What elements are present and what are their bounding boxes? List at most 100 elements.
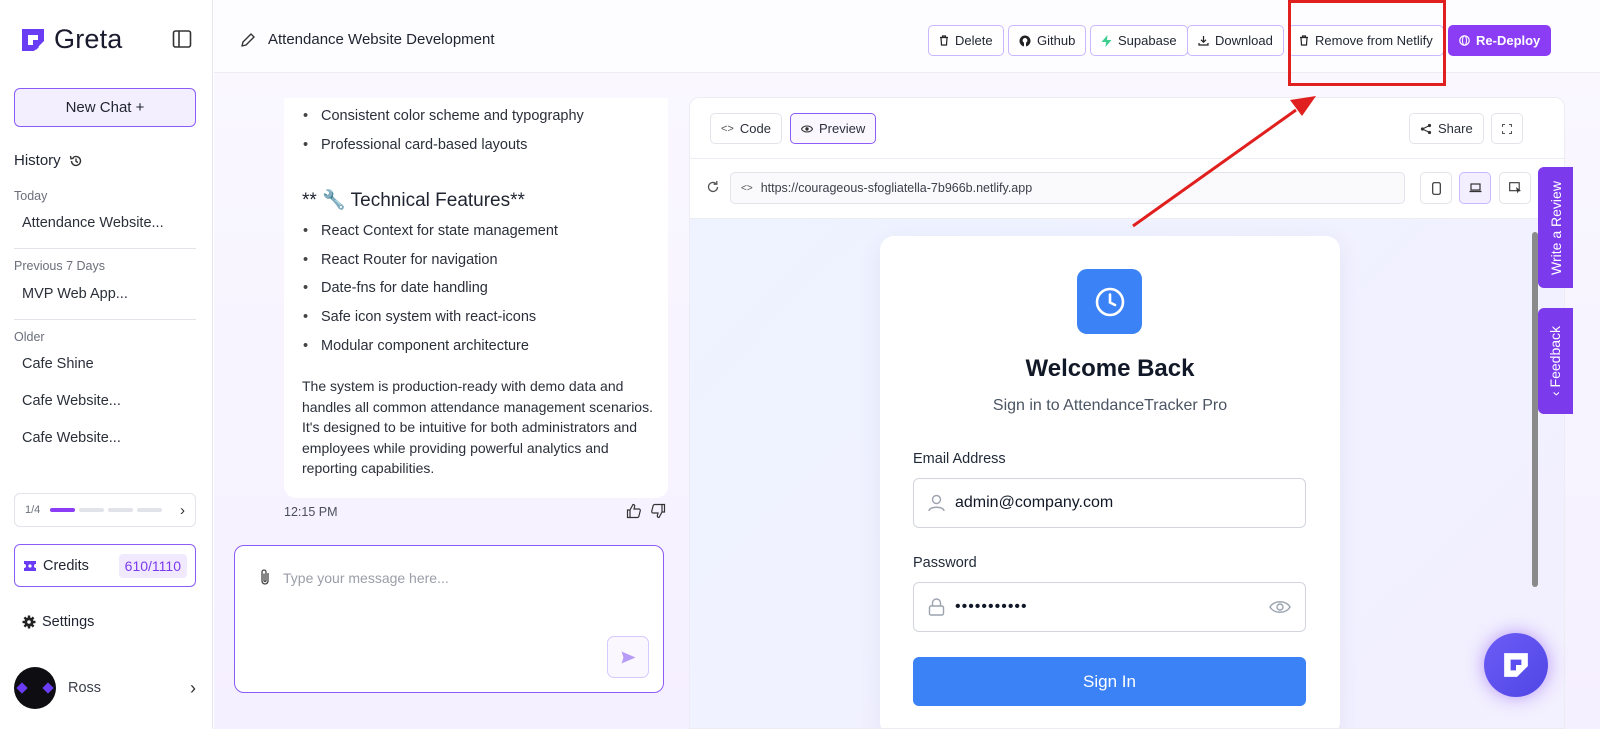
message-bullet: Consistent color scheme and typography bbox=[303, 108, 584, 124]
message-paragraph: The system is production-ready with demo… bbox=[302, 378, 653, 477]
cursor-select-icon bbox=[1508, 182, 1521, 194]
thumbs-up-icon[interactable] bbox=[626, 503, 642, 519]
code-icon: <> bbox=[741, 182, 753, 194]
app-logo[interactable]: Greta bbox=[20, 24, 123, 55]
supabase-label: Supabase bbox=[1118, 33, 1177, 48]
select-element-button[interactable] bbox=[1499, 172, 1531, 204]
preview-panel: <> Code Preview Share <> https://courage… bbox=[689, 97, 1565, 729]
pager-text: 1/4 bbox=[25, 504, 41, 516]
greta-logo-icon bbox=[22, 28, 44, 51]
fullscreen-icon bbox=[1502, 123, 1512, 134]
trash-icon bbox=[940, 35, 948, 46]
scrollbar-thumb[interactable] bbox=[1532, 232, 1538, 587]
thumbs-down-icon[interactable] bbox=[650, 503, 666, 519]
message-bullet: Date-fns for date handling bbox=[303, 280, 488, 296]
history-heading: History bbox=[14, 152, 83, 169]
login-subtitle: Sign in to AttendanceTracker Pro bbox=[992, 397, 1228, 414]
laptop-icon bbox=[1469, 183, 1481, 193]
history-item[interactable]: Cafe Website... bbox=[22, 393, 121, 409]
url-bar[interactable]: <> https://courageous-sfogliatella-7b966… bbox=[730, 172, 1405, 204]
site-preview: Welcome Back Sign in to AttendanceTracke… bbox=[690, 218, 1564, 728]
pager-segment bbox=[108, 508, 134, 512]
sign-in-button[interactable]: Sign In bbox=[913, 657, 1306, 706]
history-item[interactable]: MVP Web App... bbox=[22, 286, 128, 302]
password-field[interactable]: ••••••••••• bbox=[913, 582, 1306, 632]
write-review-tab[interactable]: Write a Review bbox=[1538, 167, 1573, 288]
supabase-button[interactable]: Supabase bbox=[1090, 25, 1188, 56]
history-item[interactable]: Cafe Website... bbox=[22, 430, 121, 446]
clock-icon bbox=[1095, 287, 1124, 316]
message-bullet: React Router for navigation bbox=[303, 252, 497, 268]
delete-button[interactable]: Delete bbox=[928, 25, 1004, 56]
message-input[interactable]: Type your message here... bbox=[283, 570, 449, 586]
download-button[interactable]: Download bbox=[1187, 25, 1284, 56]
github-label: Github bbox=[1037, 33, 1076, 48]
clock-logo bbox=[1077, 269, 1142, 334]
download-label: Download bbox=[1215, 33, 1273, 48]
lock-icon bbox=[928, 598, 945, 616]
history-item[interactable]: Attendance Website... bbox=[22, 215, 164, 231]
show-password-icon[interactable] bbox=[1269, 600, 1291, 614]
user-menu[interactable]: Ross › bbox=[14, 667, 196, 709]
assistant-message: Consistent color scheme and typography P… bbox=[284, 98, 668, 498]
fullscreen-button[interactable] bbox=[1491, 113, 1523, 144]
pencil-icon[interactable] bbox=[240, 32, 256, 48]
email-value: admin@company.com bbox=[955, 494, 1114, 511]
github-button[interactable]: Github bbox=[1008, 25, 1087, 56]
group-older-label: Older bbox=[14, 330, 45, 344]
send-button[interactable] bbox=[607, 636, 649, 678]
credits-count: 610/1110 bbox=[118, 553, 187, 578]
feedback-tab[interactable]: ‹ Feedback bbox=[1538, 308, 1573, 414]
supabase-bolt-icon bbox=[1101, 34, 1112, 47]
eye-icon bbox=[801, 124, 813, 133]
email-label: Email Address bbox=[913, 451, 1006, 467]
write-review-label: Write a Review bbox=[1547, 180, 1564, 275]
main-area: Attendance Website Development Delete Gi… bbox=[214, 0, 1600, 729]
globe-icon bbox=[1459, 35, 1470, 46]
pager-segment-active bbox=[50, 508, 76, 512]
chat-title[interactable]: Attendance Website Development bbox=[240, 31, 495, 48]
assistant-launcher-button[interactable] bbox=[1484, 633, 1548, 697]
sidebar-toggle-icon[interactable] bbox=[172, 29, 192, 49]
mobile-view-button[interactable] bbox=[1420, 172, 1452, 204]
send-icon bbox=[621, 651, 635, 663]
message-bullet: React Context for state management bbox=[303, 223, 558, 239]
password-value: ••••••••••• bbox=[955, 598, 1028, 615]
message-bullet: Professional card-based layouts bbox=[303, 137, 527, 153]
new-chat-button[interactable]: New Chat + bbox=[14, 88, 196, 127]
tab-preview-label: Preview bbox=[819, 121, 866, 136]
chat-title-text: Attendance Website Development bbox=[268, 31, 495, 48]
message-timestamp: 12:15 PM bbox=[284, 505, 338, 519]
code-icon: <> bbox=[721, 122, 734, 135]
avatar bbox=[14, 667, 56, 709]
chevron-right-icon: › bbox=[190, 677, 196, 698]
pager-progress bbox=[50, 508, 163, 512]
tab-code[interactable]: <> Code bbox=[710, 113, 782, 144]
group-today-label: Today bbox=[14, 189, 48, 203]
message-bullet: Safe icon system with react-icons bbox=[303, 309, 536, 325]
preview-scrollbar[interactable] bbox=[1530, 222, 1540, 702]
user-icon bbox=[928, 494, 945, 512]
pager-next-icon[interactable]: › bbox=[180, 502, 185, 519]
github-icon bbox=[1019, 35, 1031, 46]
tab-preview[interactable]: Preview bbox=[790, 113, 877, 144]
message-heading: ** 🔧 Technical Features** bbox=[302, 190, 525, 211]
paperclip-icon[interactable] bbox=[259, 568, 271, 586]
share-icon bbox=[1420, 123, 1432, 134]
desktop-view-button[interactable] bbox=[1459, 172, 1491, 204]
settings-link[interactable]: Settings bbox=[22, 614, 94, 630]
credits-box[interactable]: Credits 610/1110 bbox=[14, 544, 196, 587]
reload-icon[interactable] bbox=[706, 180, 720, 194]
login-title: Welcome Back bbox=[1025, 355, 1195, 382]
share-button[interactable]: Share bbox=[1409, 113, 1484, 144]
history-label: History bbox=[14, 152, 61, 169]
delete-label: Delete bbox=[955, 33, 993, 48]
divider bbox=[14, 319, 196, 320]
app-name: Greta bbox=[54, 24, 123, 54]
settings-label: Settings bbox=[42, 614, 95, 630]
message-input-box[interactable]: Type your message here... bbox=[234, 545, 664, 693]
redeploy-button[interactable]: Re-Deploy bbox=[1448, 25, 1552, 56]
email-field[interactable]: admin@company.com bbox=[913, 478, 1306, 528]
history-item[interactable]: Cafe Shine bbox=[22, 356, 94, 372]
group-previous-label: Previous 7 Days bbox=[14, 259, 106, 273]
